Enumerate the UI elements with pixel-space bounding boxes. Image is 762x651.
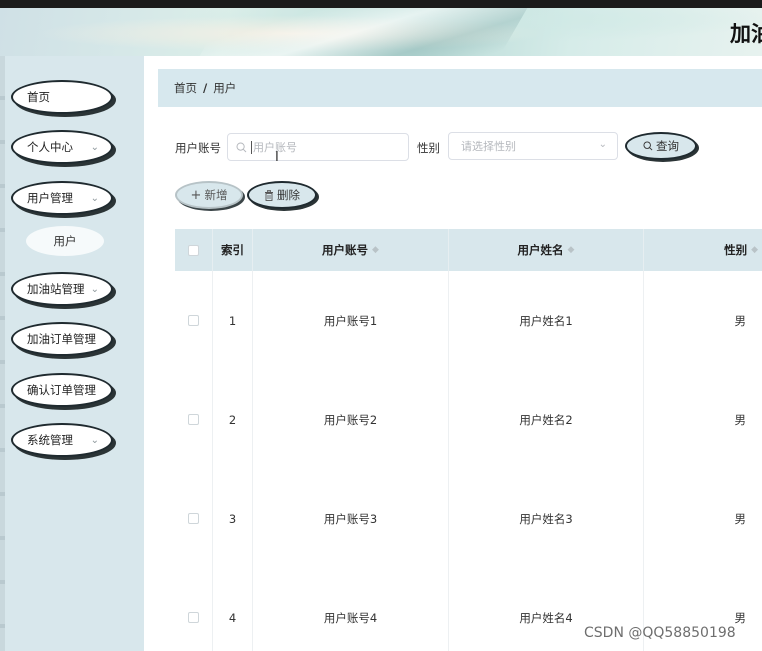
row-checkbox[interactable] <box>188 612 199 623</box>
add-button-label: 新增 <box>204 188 228 202</box>
sidebar-subitem-label: 用户 <box>53 234 77 248</box>
cell-index: 3 <box>213 469 253 568</box>
table-header: 索引 用户账号 ◆ 用户姓名 ◆ 性别 ◆ <box>175 229 762 271</box>
sidebar-item-personal-center[interactable]: 个人中心 ⌄ <box>11 130 113 164</box>
table-row[interactable]: 1 用户账号1 用户姓名1 男 <box>175 271 762 371</box>
breadcrumb-separator: / <box>203 81 208 95</box>
search-icon <box>643 141 653 151</box>
cell-account: 用户账号3 <box>253 469 449 568</box>
row-select-cell <box>175 568 213 651</box>
cell-name: 用户姓名2 <box>449 370 644 469</box>
table-row[interactable]: 3 用户账号3 用户姓名3 男 <box>175 469 762 569</box>
delete-button-label: 删除 <box>277 188 300 202</box>
row-select-cell <box>175 370 213 469</box>
sidebar-item-label: 加油订单管理 <box>27 332 96 346</box>
chevron-down-icon: ⌄ <box>90 142 99 153</box>
sidebar-item-gas-station-management[interactable]: 加油站管理 ⌄ <box>11 272 113 306</box>
row-select-cell <box>175 469 213 568</box>
column-header-gender[interactable]: 性别 ◆ <box>644 229 762 271</box>
user-table: 索引 用户账号 ◆ 用户姓名 ◆ 性别 ◆ 1 用户账号1 用户姓名1 男 2 用户账… <box>175 229 762 651</box>
top-banner: 加油 <box>0 0 762 56</box>
row-checkbox[interactable] <box>188 513 199 524</box>
sidebar-item-system-management[interactable]: 系统管理 ⌄ <box>11 423 113 457</box>
text-cursor-icon: I <box>275 150 279 165</box>
cell-account: 用户账号4 <box>253 568 449 651</box>
sidebar-item-home[interactable]: 首页 <box>11 80 113 114</box>
chevron-down-icon: ⌄ <box>90 284 99 295</box>
cell-name: 用户姓名3 <box>449 469 644 568</box>
cell-gender: 男 <box>734 511 747 526</box>
banner-decoration <box>192 8 528 56</box>
add-button[interactable]: + 新增 <box>175 181 243 209</box>
account-search-label: 用户账号 <box>175 141 221 155</box>
sidebar-edge <box>0 56 5 651</box>
gender-label: 性别 <box>417 141 440 155</box>
sidebar-item-label: 加油站管理 <box>27 282 85 296</box>
breadcrumb-home[interactable]: 首页 <box>174 80 197 96</box>
gender-select[interactable]: 请选择性别 ⌄ <box>448 132 618 160</box>
sidebar-item-label: 用户管理 <box>27 191 73 205</box>
query-button-label: 查询 <box>656 139 679 153</box>
query-button[interactable]: 查询 <box>625 132 697 160</box>
row-select-cell <box>175 271 213 370</box>
sort-icon[interactable]: ◆ <box>568 245 575 255</box>
sidebar-item-label: 个人中心 <box>27 140 73 154</box>
sidebar-item-label: 首页 <box>27 90 50 104</box>
account-search-input[interactable]: 用户账号 <box>227 133 409 161</box>
sort-icon[interactable]: ◆ <box>372 245 379 255</box>
cell-index: 4 <box>213 568 253 651</box>
plus-icon: + <box>190 187 202 203</box>
cell-name: 用户姓名1 <box>449 271 644 370</box>
row-checkbox[interactable] <box>188 414 199 425</box>
header-select-cell <box>175 229 213 271</box>
chevron-down-icon: ⌄ <box>90 193 99 204</box>
sidebar-subitem-user[interactable]: 用户 <box>26 226 104 256</box>
select-all-checkbox[interactable] <box>188 244 199 256</box>
top-dark-strip <box>0 0 762 8</box>
search-icon <box>236 142 247 152</box>
row-checkbox[interactable] <box>188 315 199 326</box>
sidebar-item-user-management[interactable]: 用户管理 ⌄ <box>11 181 113 215</box>
gender-select-placeholder: 请选择性别 <box>461 140 516 153</box>
site-title: 加油 <box>730 22 762 46</box>
watermark: CSDN @QQ58850198 <box>584 625 736 641</box>
column-header-index: 索引 <box>213 229 253 271</box>
sidebar-item-fuel-order-management[interactable]: 加油订单管理 <box>11 322 113 356</box>
delete-button[interactable]: 删除 <box>247 181 317 209</box>
trash-icon <box>265 189 273 201</box>
sidebar-item-label: 系统管理 <box>27 433 73 447</box>
column-header-name[interactable]: 用户姓名 ◆ <box>449 229 644 271</box>
chevron-down-icon: ⌄ <box>90 435 99 446</box>
cell-index: 1 <box>213 271 253 370</box>
cell-account: 用户账号1 <box>253 271 449 370</box>
column-header-account[interactable]: 用户账号 ◆ <box>253 229 449 271</box>
sidebar-item-label: 确认订单管理 <box>27 383 96 397</box>
breadcrumb-current: 用户 <box>213 81 237 95</box>
cell-index: 2 <box>213 370 253 469</box>
cell-account: 用户账号2 <box>253 370 449 469</box>
cell-gender: 男 <box>734 412 747 427</box>
text-caret <box>251 140 252 154</box>
sidebar-item-confirm-order-management[interactable]: 确认订单管理 <box>11 373 113 407</box>
cell-gender: 男 <box>734 313 747 328</box>
table-row[interactable]: 2 用户账号2 用户姓名2 男 <box>175 370 762 470</box>
sort-icon[interactable]: ◆ <box>751 245 758 255</box>
chevron-down-icon: ⌄ <box>598 139 607 150</box>
breadcrumb: 首页 / 用户 <box>158 69 762 107</box>
